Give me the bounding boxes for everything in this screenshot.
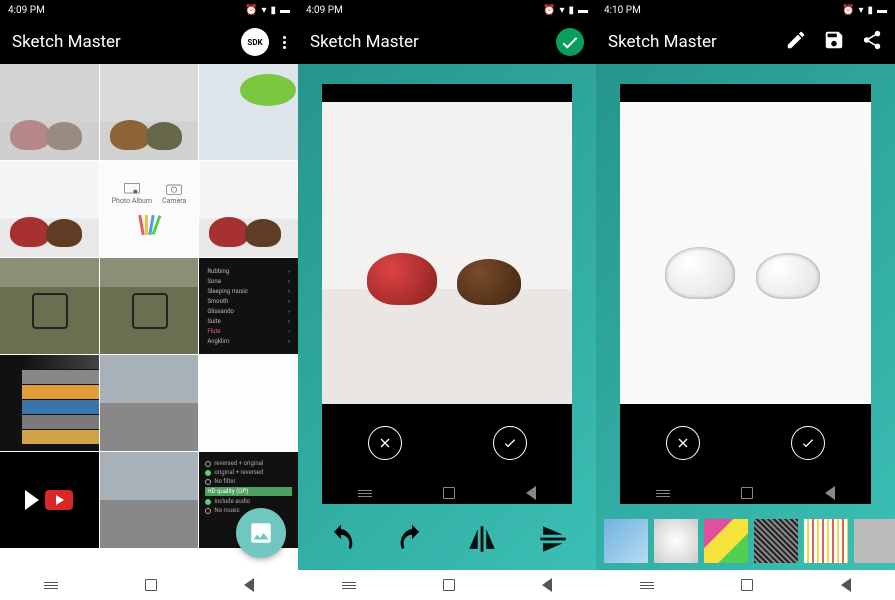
signal-icon: ▮ xyxy=(867,5,873,16)
crop-cancel-button[interactable] xyxy=(368,426,402,460)
gallery-thumb[interactable]: Rubbing› Sona› Sleeping music› Smooth› G… xyxy=(199,258,298,354)
crop-control-bar xyxy=(322,404,572,482)
sketch-control-bar xyxy=(620,404,871,482)
nav-recent-icon[interactable] xyxy=(741,579,753,591)
nav-recent-icon[interactable] xyxy=(145,579,157,591)
sketch-cancel-button[interactable] xyxy=(666,426,700,460)
gallery-content: Photo Album Camera Rubbing› Sona› Sleepi… xyxy=(0,64,298,570)
app-title: Sketch Master xyxy=(310,32,556,52)
texture-swatch[interactable] xyxy=(854,519,895,563)
sketch-editor xyxy=(596,64,895,570)
texture-palette xyxy=(596,512,895,570)
wifi-icon: ▾ xyxy=(559,5,564,16)
nav-recent-icon[interactable] xyxy=(443,579,455,591)
wifi-icon: ▾ xyxy=(858,5,863,16)
crop-editor xyxy=(298,64,596,570)
signal-icon: ▮ xyxy=(270,5,276,16)
gallery-thumb[interactable] xyxy=(0,355,99,451)
sketch-accept-button[interactable] xyxy=(791,426,825,460)
texture-swatch[interactable] xyxy=(654,519,698,563)
undo-button[interactable] xyxy=(324,522,358,560)
nav-back-icon[interactable] xyxy=(526,486,536,500)
transform-toolbar xyxy=(298,512,596,570)
android-nav-bar xyxy=(298,570,596,600)
nav-recent-icon[interactable] xyxy=(443,487,455,499)
phone-screen-gallery: 4:09 PM ⏰ ▾ ▮ ▬ Sketch Master SDK Photo … xyxy=(0,0,298,600)
texture-swatch[interactable] xyxy=(804,519,848,563)
flip-vertical-button[interactable] xyxy=(536,522,570,560)
battery-icon: ▬ xyxy=(280,5,290,16)
phone-screen-sketch: 4:10 PM ⏰ ▾ ▮ ▬ Sketch Master xyxy=(596,0,895,600)
gallery-thumb[interactable] xyxy=(0,161,99,257)
photo-album-label: Photo Album xyxy=(112,197,152,205)
crop-stage xyxy=(322,84,572,504)
gallery-thumb[interactable] xyxy=(0,64,99,160)
overflow-menu-icon[interactable] xyxy=(283,36,286,49)
nav-menu-icon[interactable] xyxy=(358,490,372,497)
gallery-thumb[interactable] xyxy=(199,64,298,160)
nav-menu-icon[interactable] xyxy=(342,582,356,589)
texture-swatch[interactable] xyxy=(604,519,648,563)
sketch-stage xyxy=(620,84,871,504)
phone-screen-crop: 4:09 PM ⏰ ▾ ▮ ▬ Sketch Master xyxy=(298,0,596,600)
camera-label: Camera xyxy=(162,197,186,205)
app-title-bar: Sketch Master SDK xyxy=(0,20,298,64)
gallery-thumb[interactable] xyxy=(100,452,199,548)
status-time: 4:10 PM xyxy=(604,5,641,16)
nav-back-icon[interactable] xyxy=(841,578,851,592)
share-button[interactable] xyxy=(861,29,883,55)
edit-button[interactable] xyxy=(785,29,807,55)
gallery-thumb[interactable] xyxy=(199,161,298,257)
status-bar: 4:09 PM ⏰ ▾ ▮ ▬ xyxy=(298,0,596,20)
android-nav-bar xyxy=(596,570,895,600)
status-icons: ⏰ ▾ ▮ ▬ xyxy=(245,5,290,16)
gallery-thumb[interactable] xyxy=(0,452,99,548)
gallery-thumb[interactable]: Photo Album Camera xyxy=(100,161,199,257)
status-time: 4:09 PM xyxy=(306,5,343,16)
app-title-bar: Sketch Master xyxy=(298,20,596,64)
flip-horizontal-button[interactable] xyxy=(465,522,499,560)
alarm-icon: ⏰ xyxy=(543,5,555,16)
battery-icon: ▬ xyxy=(877,5,887,16)
sdk-badge[interactable]: SDK xyxy=(241,28,269,56)
nav-back-icon[interactable] xyxy=(825,486,835,500)
confirm-check-button[interactable] xyxy=(556,28,584,56)
wifi-icon: ▾ xyxy=(261,5,266,16)
status-bar: 4:09 PM ⏰ ▾ ▮ ▬ xyxy=(0,0,298,20)
nav-menu-icon[interactable] xyxy=(640,582,654,589)
gallery-fab-button[interactable] xyxy=(236,508,286,558)
gallery-thumb[interactable] xyxy=(100,258,199,354)
gallery-thumb[interactable] xyxy=(0,258,99,354)
texture-swatch[interactable] xyxy=(754,519,798,563)
nav-back-icon[interactable] xyxy=(542,578,552,592)
mini-nav-bar xyxy=(620,482,871,504)
alarm-icon: ⏰ xyxy=(842,5,854,16)
sketch-image-preview[interactable] xyxy=(620,102,871,404)
gallery-thumb[interactable] xyxy=(100,355,199,451)
app-title-bar: Sketch Master xyxy=(596,20,895,64)
nav-recent-icon[interactable] xyxy=(741,487,753,499)
nav-menu-icon[interactable] xyxy=(44,582,58,589)
app-title: Sketch Master xyxy=(608,32,785,52)
texture-swatch[interactable] xyxy=(704,519,748,563)
status-bar: 4:10 PM ⏰ ▾ ▮ ▬ xyxy=(596,0,895,20)
signal-icon: ▮ xyxy=(568,5,574,16)
app-title: Sketch Master xyxy=(12,32,241,52)
gallery-thumb[interactable] xyxy=(100,64,199,160)
crop-image-preview[interactable] xyxy=(322,102,572,404)
crop-accept-button[interactable] xyxy=(493,426,527,460)
android-nav-bar xyxy=(0,570,298,600)
redo-button[interactable] xyxy=(395,522,429,560)
save-button[interactable] xyxy=(823,29,845,55)
alarm-icon: ⏰ xyxy=(245,5,257,16)
mini-nav-bar xyxy=(322,482,572,504)
status-time: 4:09 PM xyxy=(8,5,45,16)
battery-icon: ▬ xyxy=(578,5,588,16)
nav-back-icon[interactable] xyxy=(244,578,254,592)
gallery-thumb[interactable] xyxy=(199,355,298,451)
image-gallery-grid: Photo Album Camera Rubbing› Sona› Sleepi… xyxy=(0,64,298,570)
nav-menu-icon[interactable] xyxy=(656,490,670,497)
